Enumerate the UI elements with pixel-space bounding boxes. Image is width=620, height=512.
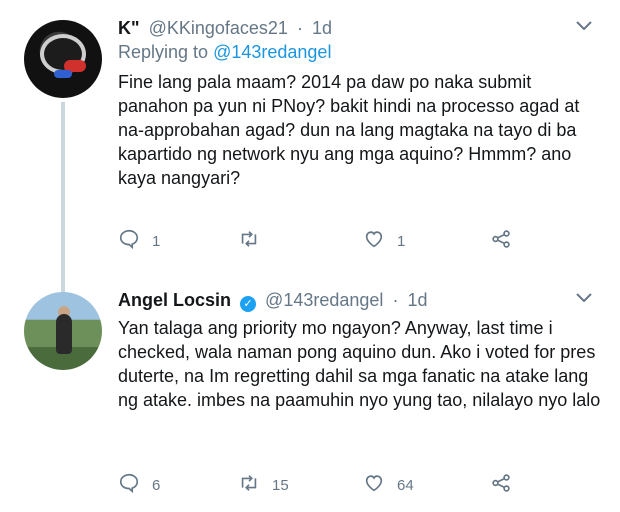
timestamp[interactable]: 1d	[407, 290, 427, 310]
reply-icon	[118, 228, 140, 254]
tweet-header: K" @KKingofaces21 · 1d	[118, 18, 332, 39]
verified-icon: ✓	[240, 296, 257, 312]
timestamp[interactable]: 1d	[312, 18, 332, 38]
reply-count: 6	[152, 476, 161, 494]
avatar[interactable]	[24, 292, 102, 370]
retweet-button[interactable]: 15	[238, 472, 289, 498]
chevron-down-icon[interactable]	[576, 290, 592, 308]
display-name[interactable]: Angel Locsin	[118, 290, 231, 310]
thread-line	[61, 102, 65, 292]
like-icon	[363, 228, 385, 254]
tweet-header: Angel Locsin ✓ @143redangel · 1d	[118, 290, 427, 312]
share-icon	[490, 472, 512, 498]
user-handle[interactable]: @143redangel	[265, 290, 383, 310]
separator: ·	[392, 290, 399, 310]
share-button[interactable]	[490, 228, 512, 254]
display-name[interactable]: K"	[118, 18, 140, 38]
retweet-button[interactable]	[238, 228, 272, 254]
replying-to: Replying to @143redangel	[118, 42, 331, 63]
tweet-actions: 1 1	[118, 228, 598, 254]
tweet[interactable]: K" @KKingofaces21 · 1d Replying to @143r…	[0, 0, 620, 292]
share-button[interactable]	[490, 472, 512, 498]
chevron-down-icon[interactable]	[576, 18, 592, 36]
tweet-text: Fine lang pala maam? 2014 pa daw po naka…	[118, 72, 580, 188]
user-handle[interactable]: @KKingofaces21	[149, 18, 288, 38]
like-button[interactable]: 64	[363, 472, 414, 498]
reply-button[interactable]: 6	[118, 472, 160, 498]
reply-button[interactable]: 1	[118, 228, 160, 254]
retweet-count: 15	[272, 476, 289, 494]
tweet-text: Yan talaga ang priority mo ngayon? Anywa…	[118, 318, 601, 410]
reply-count: 1	[152, 232, 161, 250]
like-button[interactable]: 1	[363, 228, 405, 254]
like-count: 64	[397, 476, 414, 494]
share-icon	[490, 228, 512, 254]
mention-link[interactable]: @143redangel	[213, 42, 331, 62]
like-count: 1	[397, 232, 406, 250]
tweet[interactable]: Angel Locsin ✓ @143redangel · 1d Yan tal…	[0, 272, 620, 512]
tweet-actions: 6 15 64	[118, 472, 598, 498]
like-icon	[363, 472, 385, 498]
retweet-icon	[238, 228, 260, 254]
reply-icon	[118, 472, 140, 498]
avatar[interactable]	[24, 20, 102, 98]
retweet-icon	[238, 472, 260, 498]
separator: ·	[296, 18, 303, 38]
replying-label: Replying to	[118, 42, 209, 62]
